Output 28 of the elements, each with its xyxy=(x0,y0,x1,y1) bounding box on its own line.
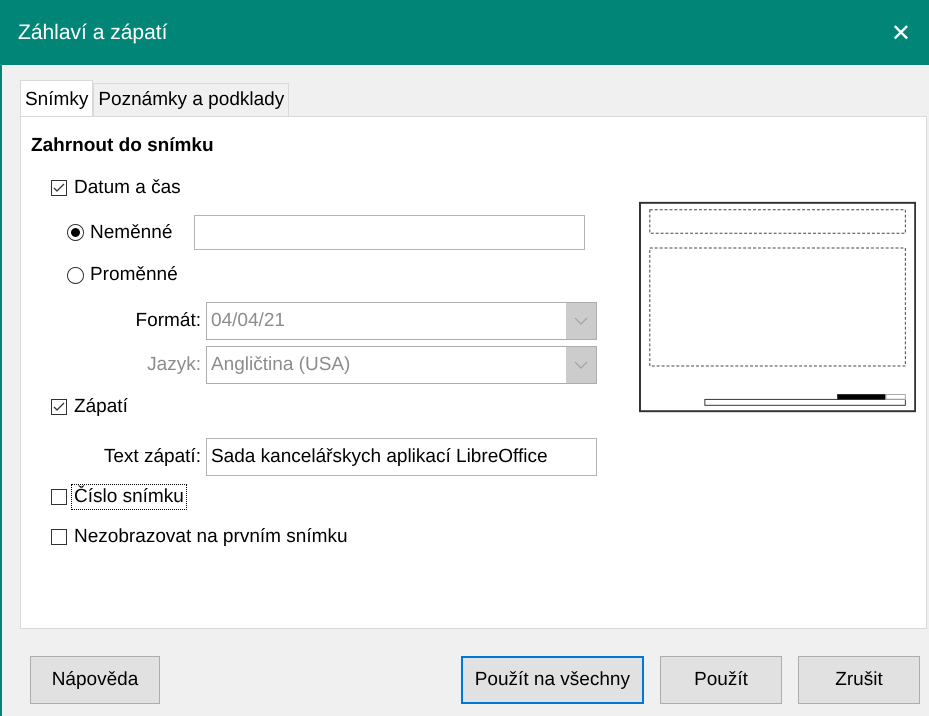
checkbox[interactable] xyxy=(51,399,67,415)
radio-button[interactable] xyxy=(67,224,84,241)
checkbox-label: Zápatí xyxy=(73,395,129,419)
radio-label: Neměnné xyxy=(90,222,172,244)
dialog-button[interactable]: Nápověda xyxy=(30,656,160,704)
field-label: Text zápatí: xyxy=(102,446,202,468)
dialog-button[interactable]: Použít xyxy=(660,656,782,704)
window-title: Záhlaví a zápatí xyxy=(18,20,168,44)
text-field[interactable] xyxy=(194,215,586,250)
tab[interactable]: Snímky xyxy=(20,80,94,116)
close-button[interactable]: ✕ xyxy=(882,14,919,50)
radio-label: Proměnné xyxy=(90,264,178,286)
dialog-button[interactable]: Použít na všechny xyxy=(460,656,644,704)
section-title: Zahrnout do snímku xyxy=(31,135,215,158)
checkbox[interactable] xyxy=(51,529,67,545)
checkbox-label: Nezobrazovat na prvním snímku xyxy=(73,525,349,549)
checkbox-label: Datum a čas xyxy=(73,176,182,200)
radio-button[interactable] xyxy=(67,266,84,284)
field-label: Formát: xyxy=(134,310,202,332)
checkbox[interactable] xyxy=(51,489,67,505)
text-field[interactable]: Sada kancelářskych aplikací LibreOffice xyxy=(206,438,597,476)
checkbox[interactable] xyxy=(51,180,67,196)
dialog-button[interactable]: Zrušit xyxy=(798,656,920,704)
checkbox-label: Číslo snímku xyxy=(71,484,187,510)
chevron-down-icon xyxy=(574,361,588,369)
chevron-down-icon xyxy=(574,317,588,325)
tab[interactable]: Poznámky a podklady xyxy=(93,83,290,116)
field-label: Jazyk: xyxy=(146,354,202,376)
